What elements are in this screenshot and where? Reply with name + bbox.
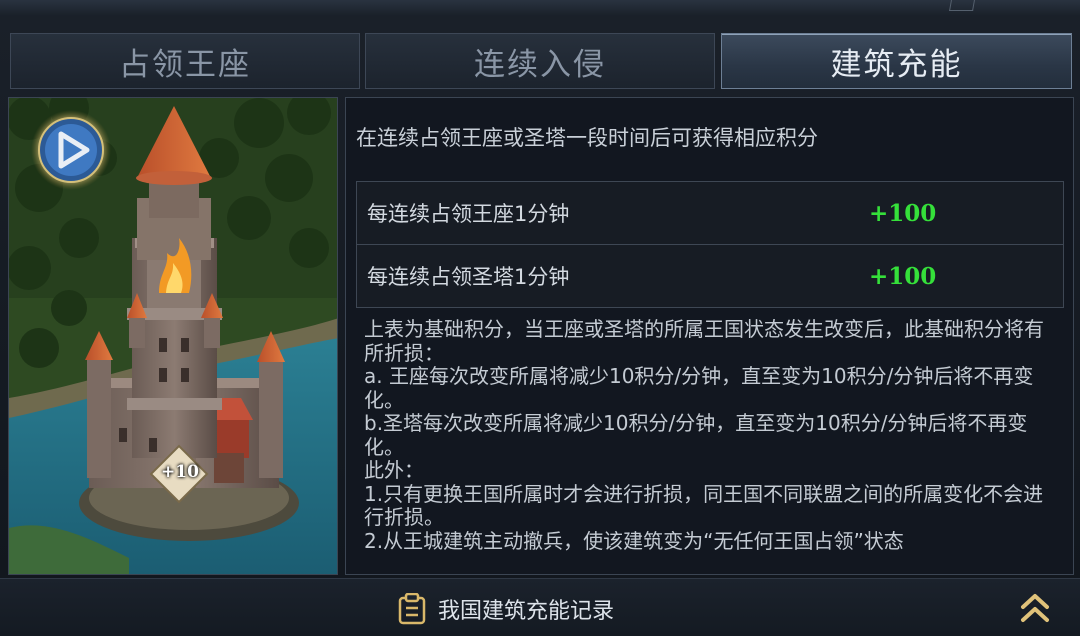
score-table: 每连续占领王座1分钟 +100 每连续占领圣塔1分钟 +100: [356, 181, 1064, 308]
table-row: 每连续占领王座1分钟 +100: [357, 182, 1063, 245]
record-button-label: 我国建筑充能记录: [438, 599, 615, 624]
top-strip: [0, 0, 1080, 17]
score-row-value: +100: [869, 199, 937, 227]
rules-description[interactable]: 上表为基础积分，当王座或圣塔的所属王国状态发生改变后，此基础积分将有所折损： a…: [364, 317, 1054, 553]
building-illustration: +10: [8, 97, 338, 575]
play-icon[interactable]: [31, 110, 111, 190]
score-row-label: 每连续占领王座1分钟: [367, 202, 570, 226]
double-chevron-up-icon[interactable]: [1018, 591, 1052, 625]
clipboard-icon: [398, 593, 426, 625]
desc-paragraph: 上表为基础积分，当王座或圣塔的所属王国状态发生改变后，此基础积分将有所折损：: [364, 317, 1044, 365]
desc-paragraph: b.圣塔每次改变所属将减少10积分/分钟，直至变为10积分/分钟后将不再变化。: [364, 411, 1028, 459]
desc-paragraph: 2.从王城建筑主动撤兵，使该建筑变为“无任何王国占领”状态: [364, 528, 904, 553]
score-row-value: +100: [869, 262, 937, 290]
desc-paragraph: 此外：: [364, 458, 424, 482]
tab-building-charge[interactable]: 建筑充能: [721, 33, 1072, 89]
tab-continuous-invasion[interactable]: 连续入侵: [365, 33, 715, 89]
castle-scene: [9, 98, 337, 574]
score-badge-text: +10: [161, 462, 199, 482]
desc-paragraph: 1.只有更换王国所属时才会进行折损，同王国不同联盟之间的所属变化不会进行折损。: [364, 481, 1044, 529]
table-row: 每连续占领圣塔1分钟 +100: [357, 245, 1063, 307]
intro-text: 在连续占领王座或圣塔一段时间后可获得相应积分: [356, 126, 818, 150]
score-row-label: 每连续占领圣塔1分钟: [367, 265, 570, 289]
rules-panel: 在连续占领王座或圣塔一段时间后可获得相应积分 每连续占领王座1分钟 +100 每…: [345, 97, 1074, 575]
tab-occupy-throne[interactable]: 占领王座: [10, 33, 360, 89]
top-notch: [949, 0, 975, 11]
desc-paragraph: a. 王座每次改变所属将减少10积分/分钟，直至变为10积分/分钟后将不再变化。: [364, 364, 1034, 412]
building-charge-record-button[interactable]: 我国建筑充能记录: [398, 593, 614, 625]
bottom-bar: 我国建筑充能记录: [0, 578, 1080, 636]
scroll-fade: [346, 564, 1073, 574]
